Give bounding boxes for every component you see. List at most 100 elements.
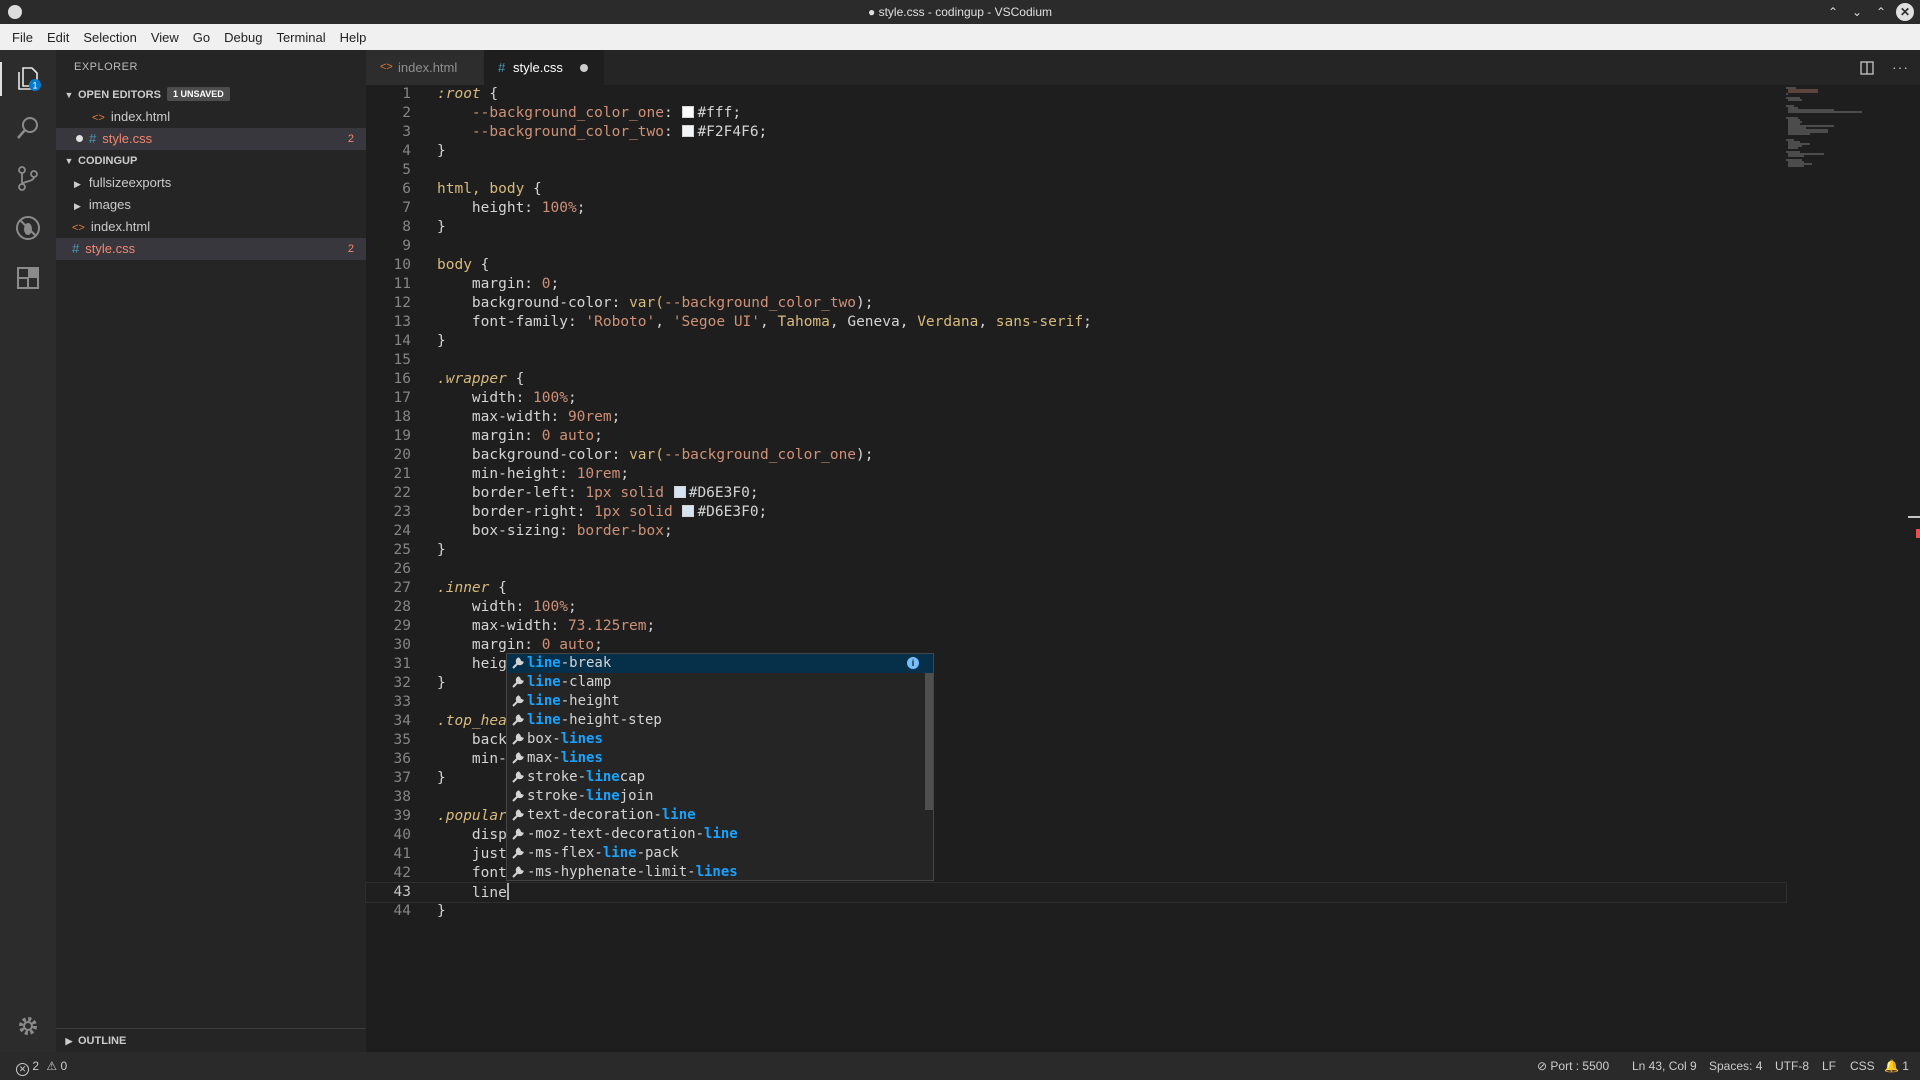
code-line[interactable]: 15 [366, 351, 1786, 370]
tree-item-folder[interactable]: ▶ images [56, 194, 366, 216]
unsaved-dot-icon[interactable] [580, 64, 588, 72]
code-line[interactable]: 21 min-height: 10rem; [366, 465, 1786, 484]
live-server-port[interactable]: ⊘ Port : 5500 [1537, 1052, 1609, 1080]
code-line[interactable]: 43 line [365, 882, 1787, 903]
close-window-button[interactable]: ✕ [1896, 3, 1914, 21]
code-line[interactable]: 16 .wrapper { [366, 370, 1786, 389]
suggestion-item[interactable]: box-lines [507, 730, 933, 749]
color-swatch[interactable] [682, 125, 695, 137]
menu-edit[interactable]: Edit [40, 30, 76, 45]
tab-index-html[interactable]: <> index.html [366, 50, 484, 85]
code-line[interactable]: 17 width: 100%; [366, 389, 1786, 408]
menu-debug[interactable]: Debug [217, 30, 269, 45]
color-swatch[interactable] [682, 106, 695, 118]
extensions-icon[interactable] [14, 264, 42, 292]
code-token: ; [611, 409, 621, 425]
open-editor-item-active[interactable]: # style.css 2 [56, 128, 366, 150]
cursor-position[interactable]: Ln 43, Col 9 [1632, 1052, 1697, 1080]
code-line[interactable]: 22 border-left: 1px solid #D6E3F0; [366, 484, 1786, 503]
tree-item-file-active[interactable]: # style.css 2 [56, 238, 366, 260]
more-actions-icon[interactable]: ··· [1892, 50, 1909, 85]
code-line[interactable]: 24 box-sizing: border-box; [366, 522, 1786, 541]
open-editors-header[interactable]: ▼ OPEN EDITORS 1 UNSAVED [56, 84, 366, 106]
language-mode[interactable]: CSS [1850, 1052, 1875, 1080]
tree-item-label: fullsizeexports [88, 175, 172, 190]
tree-item-folder[interactable]: ▶ fullsizeexports [56, 172, 366, 194]
outline-header[interactable]: ▶ OUTLINE [56, 1030, 366, 1052]
suggestion-item[interactable]: line-break i [507, 654, 933, 673]
menu-help[interactable]: Help [333, 30, 374, 45]
open-editor-item[interactable]: <> index.html [56, 106, 366, 128]
menu-terminal[interactable]: Terminal [269, 30, 332, 45]
suggestion-item[interactable]: stroke-linecap [507, 768, 933, 787]
code-line[interactable]: 11 margin: 0; [366, 275, 1786, 294]
code-text: width: 100%; [437, 598, 577, 617]
code-line[interactable]: 27 .inner { [366, 579, 1786, 598]
encoding[interactable]: UTF-8 [1775, 1052, 1809, 1080]
suggestion-item[interactable]: text-decoration-line [507, 806, 933, 825]
suggestion-item[interactable]: -moz-text-decoration-line [507, 825, 933, 844]
code-line[interactable]: 3 --background_color_two: #F2F4F6; [366, 123, 1786, 142]
code-line[interactable]: 20 background-color: var(--background_co… [366, 446, 1786, 465]
window-controls: ⌃ ⌄ ⌃ ✕ [1824, 3, 1914, 21]
end-of-line[interactable]: LF [1822, 1052, 1836, 1080]
code-line[interactable]: 23 border-right: 1px solid #D6E3F0; [366, 503, 1786, 522]
info-icon[interactable]: i [907, 657, 919, 669]
suggestion-item[interactable]: stroke-linejoin [507, 787, 933, 806]
code-line[interactable]: 4} [366, 142, 1786, 161]
color-swatch[interactable] [673, 486, 686, 498]
line-number: 21 [393, 466, 411, 482]
code-line[interactable]: 9 [366, 237, 1786, 256]
menu-file[interactable]: File [0, 30, 40, 45]
tab-style-css[interactable]: # style.css [484, 50, 604, 85]
restore-icon[interactable]: ⌃ [1872, 3, 1890, 21]
code-line[interactable]: 25} [366, 541, 1786, 560]
code-line[interactable]: 14} [366, 332, 1786, 351]
code-line[interactable]: 12 background-color: var(--background_co… [366, 294, 1786, 313]
code-line[interactable]: 6 html, body { [366, 180, 1786, 199]
source-control-icon[interactable] [14, 164, 42, 192]
split-editor-icon[interactable] [1860, 61, 1874, 75]
suggestion-item[interactable]: -ms-flex-line-pack [507, 844, 933, 863]
code-token: ; [1083, 314, 1092, 330]
code-line[interactable]: 2 --background_color_one: #fff; [366, 104, 1786, 123]
code-line[interactable]: 10 body { [366, 256, 1786, 275]
menu-selection[interactable]: Selection [76, 30, 143, 45]
settings-gear-icon[interactable] [14, 1012, 42, 1040]
minimize-icon[interactable]: ⌄ [1848, 3, 1866, 21]
code-line[interactable]: 26 [366, 560, 1786, 579]
indentation[interactable]: Spaces: 4 [1709, 1052, 1762, 1080]
maximize-chevron-icon[interactable]: ⌃ [1824, 3, 1842, 21]
code-line[interactable]: 28 width: 100%; [366, 598, 1786, 617]
code-line[interactable]: 29 max-width: 73.125rem; [366, 617, 1786, 636]
menu-view[interactable]: View [144, 30, 186, 45]
explorer-files-icon[interactable]: 1 [14, 64, 42, 92]
menu-go[interactable]: Go [186, 30, 217, 45]
code-editor[interactable]: 1:root {2 --background_color_one: #fff; 3… [365, 85, 1920, 1052]
code-line[interactable]: 19 margin: 0 auto; [366, 427, 1786, 446]
tree-item-file[interactable]: <> index.html [56, 216, 366, 238]
line-number: 4 [402, 143, 411, 159]
code-line[interactable]: 1:root { [366, 85, 1786, 104]
code-line[interactable]: 5 [366, 161, 1786, 180]
code-text: .wrapper { [437, 370, 524, 389]
suggestion-item[interactable]: line-clamp [507, 673, 933, 692]
code-text: --background_color_two: #F2F4F6; [437, 123, 767, 142]
code-line[interactable]: 13 font-family: 'Roboto', 'Segoe UI', Ta… [366, 313, 1786, 332]
suggestion-item[interactable]: line-height [507, 692, 933, 711]
notifications[interactable]: 🔔 1 [1884, 1052, 1909, 1080]
unsaved-dot-icon[interactable] [76, 135, 83, 142]
suggestion-item[interactable]: line-height-step [507, 711, 933, 730]
problems-indicator[interactable]: ✕ 2 ⚠ 0 [16, 1052, 67, 1080]
folder-header[interactable]: ▼ CODINGUP [56, 150, 366, 172]
suggestion-item[interactable]: -ms-hyphenate-limit-lines [507, 863, 933, 882]
suggestion-item[interactable]: max-lines [507, 749, 933, 768]
code-line[interactable]: 18 max-width: 90rem; [366, 408, 1786, 427]
code-line[interactable]: 8} [366, 218, 1786, 237]
minimap[interactable] [1784, 85, 1864, 175]
debug-icon[interactable] [14, 214, 42, 242]
code-line[interactable]: 44} [366, 902, 1786, 921]
color-swatch[interactable] [682, 505, 695, 517]
code-line[interactable]: 7 height: 100%; [366, 199, 1786, 218]
search-icon[interactable] [14, 114, 42, 142]
